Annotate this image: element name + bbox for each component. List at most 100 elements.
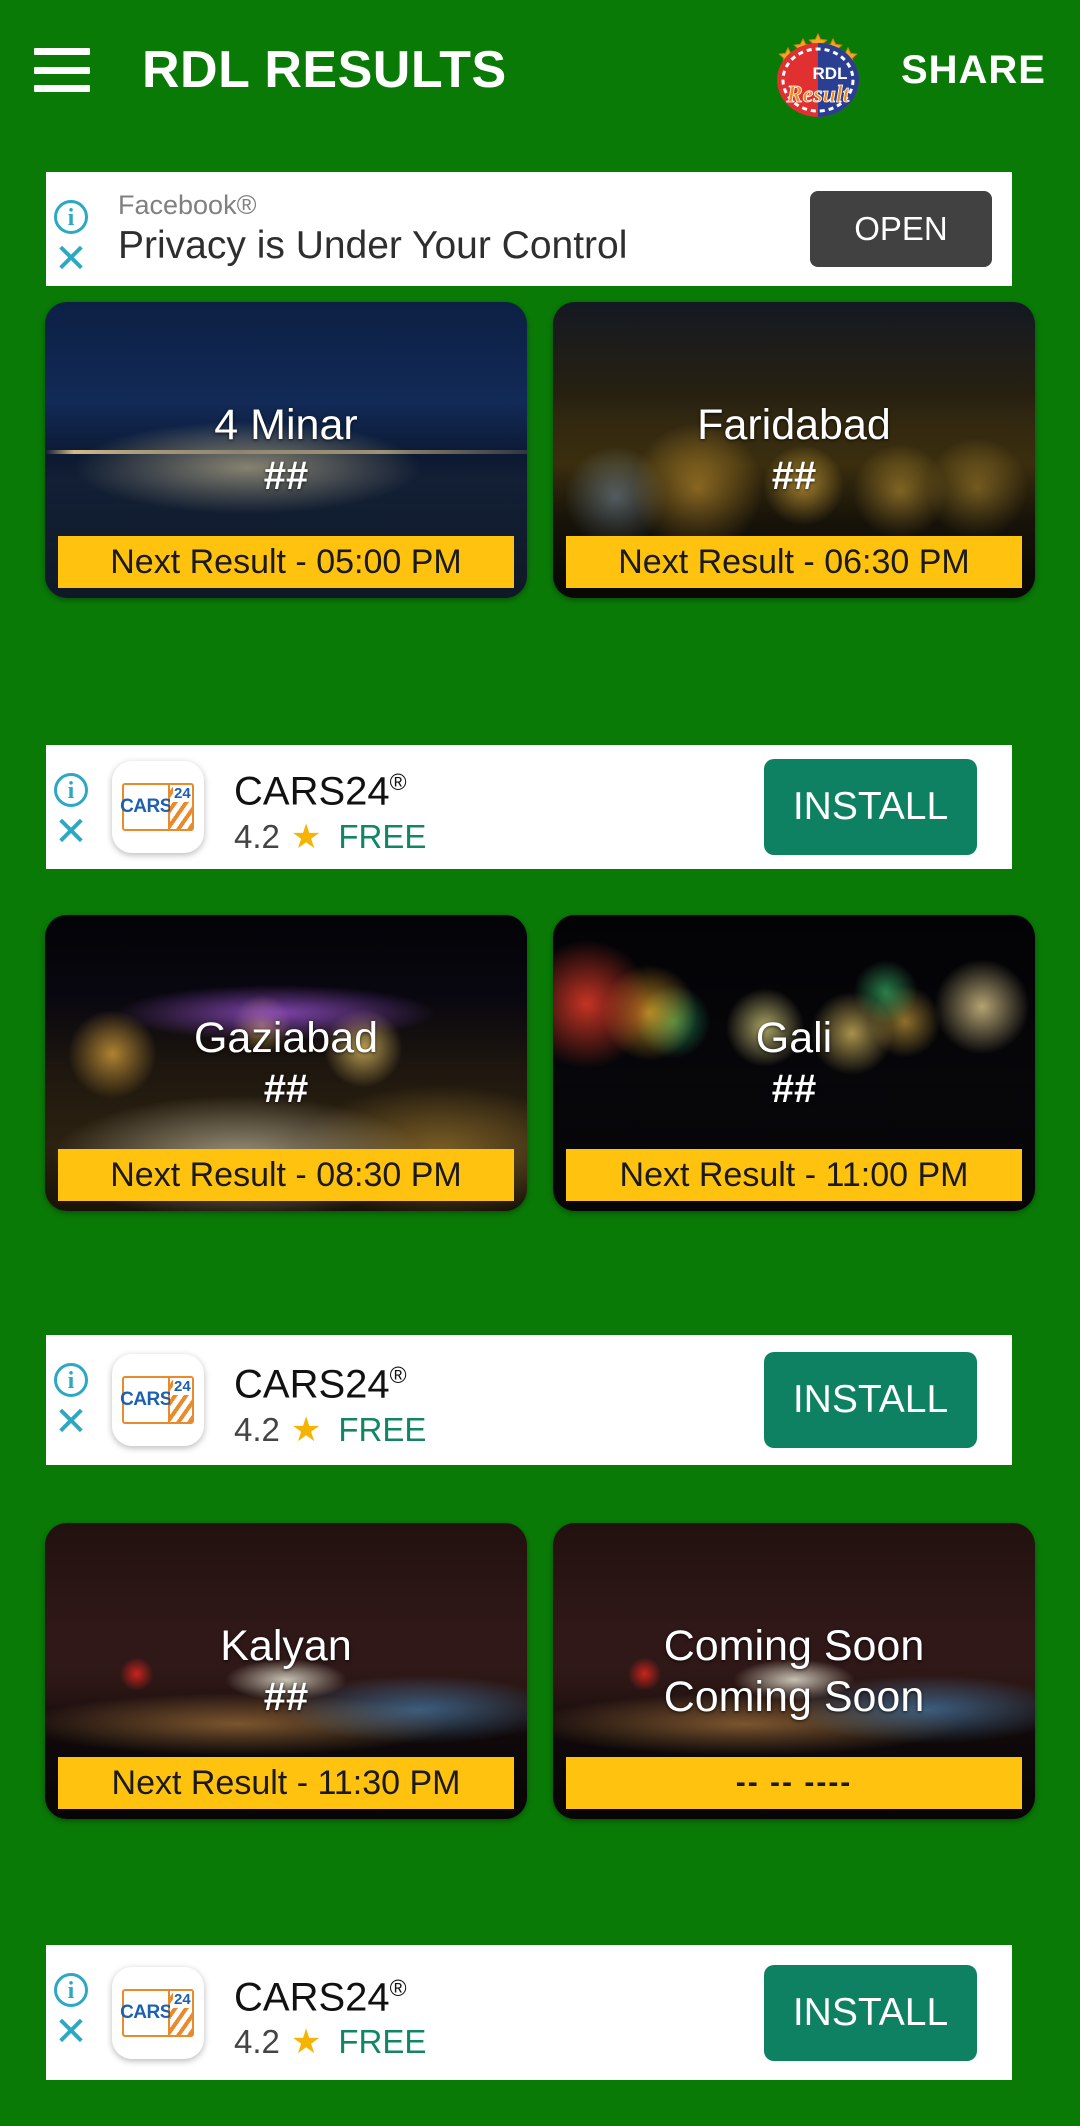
ad-controls: i ✕ xyxy=(46,745,108,869)
cars24-ad-text: CARS24® 4.2 ★ FREE xyxy=(204,1351,764,1448)
cars24-ad-banner-2[interactable]: i ✕ CARS 24 CARS24® 4.2 ★ FREE INSTALL xyxy=(46,1335,1012,1465)
facebook-ad-banner[interactable]: i ✕ Facebook® Privacy is Under Your Cont… xyxy=(46,172,1012,286)
next-result-badge: -- -- ---- xyxy=(566,1757,1022,1809)
install-button[interactable]: INSTALL xyxy=(764,1964,977,2061)
facebook-ad-text: Facebook® Privacy is Under Your Control xyxy=(108,189,810,269)
game-name: Faridabad xyxy=(697,401,891,449)
card-text-group: Gali ## xyxy=(553,1012,1035,1114)
ad-app-meta: 4.2 ★ FREE xyxy=(234,2023,764,2061)
app-price: FREE xyxy=(338,817,427,855)
hamburger-menu-icon[interactable] xyxy=(34,48,90,92)
game-result: ## xyxy=(771,1067,817,1111)
ad-controls: i ✕ xyxy=(46,172,108,286)
ad-info-icon[interactable]: i xyxy=(54,1363,88,1397)
registered-mark: ® xyxy=(389,769,407,796)
cars24-logo-text: CARS xyxy=(120,1990,172,2035)
cars24-logo-stripes: 24 xyxy=(170,1378,192,1422)
next-result-badge: Next Result - 08:30 PM xyxy=(58,1149,514,1201)
cars24-app-icon: CARS 24 xyxy=(112,1354,204,1446)
ad-controls: i ✕ xyxy=(46,1335,108,1465)
game-result: Coming Soon xyxy=(663,1673,925,1721)
star-icon: ★ xyxy=(290,1410,322,1449)
cars24-logo-stripes: 24 xyxy=(170,785,192,829)
cars24-ad-text: CARS24® 4.2 ★ FREE xyxy=(204,1964,764,2061)
game-result: ## xyxy=(263,1675,309,1719)
next-result-badge: Next Result - 11:30 PM xyxy=(58,1757,514,1809)
header-right-group: RDL Result SHARE xyxy=(775,22,1046,118)
app-price: FREE xyxy=(338,1410,427,1448)
ad-info-icon[interactable]: i xyxy=(54,1973,88,2007)
cars24-logo-text: CARS xyxy=(120,785,172,829)
install-button[interactable]: INSTALL xyxy=(764,759,977,855)
game-name: Kalyan xyxy=(220,1622,352,1670)
ad-info-icon[interactable]: i xyxy=(54,200,88,234)
registered-mark: ® xyxy=(389,1362,407,1389)
game-name: 4 Minar xyxy=(214,401,358,449)
game-name: Gaziabad xyxy=(193,1014,379,1062)
ad-app-meta: 4.2 ★ FREE xyxy=(234,1411,764,1449)
app-price: FREE xyxy=(338,2023,427,2061)
game-result: ## xyxy=(771,454,817,498)
svg-text:RDL: RDL xyxy=(812,64,847,83)
app-header: RDL RESULTS RDL Result SHARE xyxy=(0,0,1080,140)
ad-app-title-text: CARS24 xyxy=(234,769,390,814)
app-rating: 4.2 xyxy=(234,1410,280,1448)
ad-brand-label: Facebook® xyxy=(118,190,257,220)
game-card-row-1: 4 Minar ## Next Result - 05:00 PM Farida… xyxy=(0,302,1080,598)
next-result-badge: Next Result - 05:00 PM xyxy=(58,536,514,588)
ad-close-icon[interactable]: ✕ xyxy=(52,2012,90,2053)
svg-text:Result: Result xyxy=(786,82,851,108)
hamburger-bar xyxy=(34,48,90,55)
game-result: ## xyxy=(263,454,309,498)
hamburger-bar xyxy=(34,85,90,92)
game-card-row-3: Kalyan ## Next Result - 11:30 PM Coming … xyxy=(0,1523,1080,1819)
ad-headline: Privacy is Under Your Control xyxy=(118,224,628,267)
install-button[interactable]: INSTALL xyxy=(764,1352,977,1448)
share-button[interactable]: SHARE xyxy=(901,48,1046,93)
ad-app-title-text: CARS24 xyxy=(234,1362,390,1407)
ad-app-title: CARS24® xyxy=(234,1351,764,1408)
game-card-coming-soon[interactable]: Coming Soon Coming Soon -- -- ---- xyxy=(553,1523,1035,1819)
game-card-row-2: Gaziabad ## Next Result - 08:30 PM Gali … xyxy=(0,915,1080,1211)
app-rating: 4.2 xyxy=(234,2023,280,2061)
registered-mark: ® xyxy=(389,1974,407,2001)
cars24-logo-number: 24 xyxy=(173,1378,192,1395)
cars24-logo-number: 24 xyxy=(173,1990,192,2008)
app-rating: 4.2 xyxy=(234,817,280,855)
cars24-app-icon: CARS 24 xyxy=(112,761,204,853)
game-card-faridabad[interactable]: Faridabad ## Next Result - 06:30 PM xyxy=(553,302,1035,598)
game-card-kalyan[interactable]: Kalyan ## Next Result - 11:30 PM xyxy=(45,1523,527,1819)
game-card-gaziabad[interactable]: Gaziabad ## Next Result - 08:30 PM xyxy=(45,915,527,1211)
cars24-ad-banner-1[interactable]: i ✕ CARS 24 CARS24® 4.2 ★ FREE INSTALL xyxy=(46,745,1012,869)
ad-app-title: CARS24® xyxy=(234,1964,764,2021)
cars24-app-icon: CARS 24 xyxy=(112,1966,204,2059)
ad-close-icon[interactable]: ✕ xyxy=(52,239,90,280)
cars24-ad-text: CARS24® 4.2 ★ FREE xyxy=(204,758,764,855)
page-title: RDL RESULTS xyxy=(142,41,507,99)
cars24-logo-icon: CARS 24 xyxy=(120,1988,194,2037)
ad-app-meta: 4.2 ★ FREE xyxy=(234,818,764,856)
app-logo: RDL Result xyxy=(775,22,861,118)
game-name: Gali xyxy=(755,1014,833,1062)
hamburger-bar xyxy=(34,66,90,74)
rdl-result-logo-icon: RDL Result xyxy=(776,32,859,117)
game-card-4-minar[interactable]: 4 Minar ## Next Result - 05:00 PM xyxy=(45,302,527,598)
ad-info-icon[interactable]: i xyxy=(54,773,88,807)
card-text-group: 4 Minar ## xyxy=(45,399,527,501)
ad-app-title: CARS24® xyxy=(234,758,764,815)
ad-app-title-text: CARS24 xyxy=(234,1975,390,2020)
ad-controls: i ✕ xyxy=(46,1945,108,2080)
cars24-logo-icon: CARS 24 xyxy=(120,783,194,831)
next-result-badge: Next Result - 11:00 PM xyxy=(566,1149,1022,1201)
ad-open-button[interactable]: OPEN xyxy=(810,191,992,267)
game-card-gali[interactable]: Gali ## Next Result - 11:00 PM xyxy=(553,915,1035,1211)
next-result-badge: Next Result - 06:30 PM xyxy=(566,536,1022,588)
game-name: Coming Soon xyxy=(663,1622,925,1670)
game-result: ## xyxy=(263,1067,309,1111)
ad-close-icon[interactable]: ✕ xyxy=(52,812,90,853)
card-text-group: Kalyan ## xyxy=(45,1620,527,1722)
star-icon: ★ xyxy=(290,817,322,856)
ad-close-icon[interactable]: ✕ xyxy=(52,1402,90,1443)
cars24-ad-banner-3[interactable]: i ✕ CARS 24 CARS24® 4.2 ★ FREE INSTALL xyxy=(46,1945,1012,2080)
star-icon: ★ xyxy=(290,2023,322,2062)
